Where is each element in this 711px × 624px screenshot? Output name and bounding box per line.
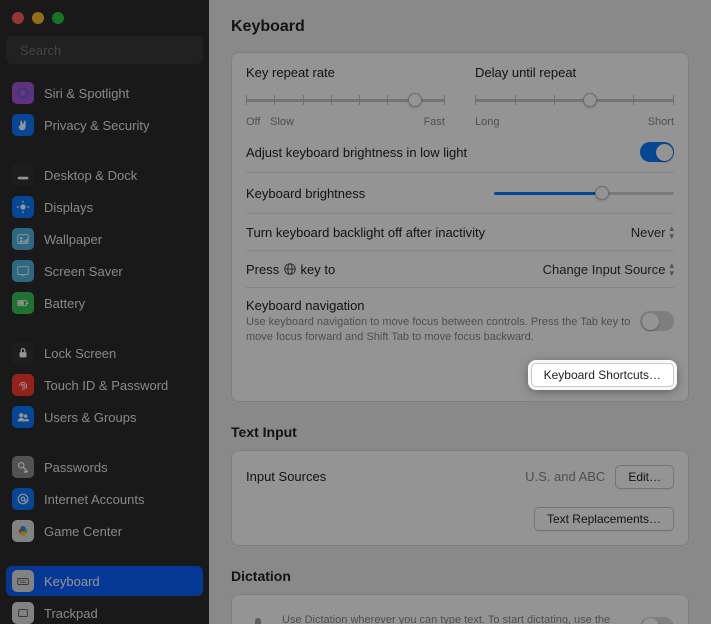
fingerprint-icon <box>12 374 34 396</box>
sidebar-item-displays[interactable]: Displays <box>6 192 203 222</box>
dictation-toggle[interactable] <box>640 617 674 624</box>
sidebar-item-lock-screen[interactable]: Lock Screen <box>6 338 203 368</box>
key-repeat-label: Key repeat rate <box>246 65 445 80</box>
globe-icon <box>283 262 297 276</box>
keyboard-icon <box>12 570 34 592</box>
keyboard-shortcuts-button[interactable]: Keyboard Shortcuts… <box>531 363 674 387</box>
screensaver-icon <box>12 260 34 282</box>
dictation-description: Use Dictation wherever you can type text… <box>282 613 628 624</box>
sidebar-item-label: Game Center <box>44 524 122 539</box>
at-icon <box>12 488 34 510</box>
sidebar: Siri & Spotlight Privacy & Security Deskto… <box>0 0 209 624</box>
sidebar-item-label: Siri & Spotlight <box>44 86 129 101</box>
sidebar-item-users-groups[interactable]: Users & Groups <box>6 402 203 432</box>
delay-short-label: Short <box>648 116 674 128</box>
input-sources-label: Input Sources <box>246 469 326 484</box>
delay-repeat-slider-block: Delay until repeat Long Short <box>475 65 674 128</box>
search-field[interactable] <box>6 36 203 64</box>
key-icon <box>12 456 34 478</box>
sidebar-item-label: Trackpad <box>44 606 98 621</box>
input-sources-value: U.S. and ABC <box>525 469 605 484</box>
dock-icon <box>12 164 34 186</box>
search-input[interactable] <box>20 43 196 58</box>
dictation-section-title: Dictation <box>231 568 689 584</box>
sidebar-item-desktop-dock[interactable]: Desktop & Dock <box>6 160 203 190</box>
brightness-slider[interactable] <box>494 183 674 203</box>
page-title: Keyboard <box>231 18 689 36</box>
trackpad-icon <box>12 602 34 624</box>
window-controls <box>0 8 209 36</box>
sidebar-item-label: Wallpaper <box>44 232 102 247</box>
sidebar-item-siri-spotlight[interactable]: Siri & Spotlight <box>6 78 203 108</box>
sidebar-item-label: Lock Screen <box>44 346 116 361</box>
sidebar-item-wallpaper[interactable]: Wallpaper <box>6 224 203 254</box>
sidebar-item-battery[interactable]: Battery <box>6 288 203 318</box>
sidebar-item-privacy-security[interactable]: Privacy & Security <box>6 110 203 140</box>
auto-brightness-label: Adjust keyboard brightness in low light <box>246 145 467 160</box>
sidebar-item-label: Passwords <box>44 460 108 475</box>
press-globe-key-label: Press key to <box>246 262 335 277</box>
text-input-card: Input Sources U.S. and ABC Edit… Text Re… <box>231 450 689 546</box>
hand-icon <box>12 114 34 136</box>
keyboard-nav-toggle[interactable] <box>640 311 674 331</box>
zoom-window-button[interactable] <box>52 12 64 24</box>
brightness-label: Keyboard brightness <box>246 186 365 201</box>
battery-icon <box>12 292 34 314</box>
keyboard-settings-card: Key repeat rate Off Slow Fast Delay unti… <box>231 52 689 402</box>
text-input-section-title: Text Input <box>231 424 689 440</box>
delay-repeat-slider[interactable] <box>475 90 674 110</box>
sidebar-item-label: Keyboard <box>44 574 100 589</box>
close-window-button[interactable] <box>12 12 24 24</box>
minimize-window-button[interactable] <box>32 12 44 24</box>
sidebar-item-touch-id-password[interactable]: Touch ID & Password <box>6 370 203 400</box>
backlight-off-label: Turn keyboard backlight off after inacti… <box>246 225 485 240</box>
lock-icon <box>12 342 34 364</box>
key-repeat-slider[interactable] <box>246 90 445 110</box>
delay-repeat-label: Delay until repeat <box>475 65 674 80</box>
key-repeat-thumb[interactable] <box>408 93 422 107</box>
sidebar-item-label: Desktop & Dock <box>44 168 137 183</box>
chevron-updown-icon: ▴▾ <box>669 261 674 277</box>
sidebar-item-label: Screen Saver <box>44 264 123 279</box>
key-repeat-slider-block: Key repeat rate Off Slow Fast <box>246 65 445 128</box>
globe-key-action-dropdown[interactable]: Change Input Source ▴▾ <box>543 261 674 277</box>
delay-repeat-thumb[interactable] <box>583 93 597 107</box>
sidebar-item-label: Battery <box>44 296 85 311</box>
main-content: Keyboard Key repeat rate Off Slow Fast D… <box>209 0 711 624</box>
keyboard-nav-label: Keyboard navigation <box>246 298 640 313</box>
edit-input-sources-button[interactable]: Edit… <box>615 465 674 489</box>
auto-brightness-toggle[interactable] <box>640 142 674 162</box>
sidebar-item-label: Users & Groups <box>44 410 136 425</box>
sidebar-item-label: Privacy & Security <box>44 118 149 133</box>
chevron-updown-icon: ▴▾ <box>669 224 674 240</box>
brightness-thumb[interactable] <box>595 186 609 200</box>
delay-long-label: Long <box>475 116 499 128</box>
users-icon <box>12 406 34 428</box>
key-repeat-fast-label: Fast <box>424 116 445 128</box>
key-repeat-off-label: Off <box>246 116 260 128</box>
sidebar-item-label: Internet Accounts <box>44 492 144 507</box>
microphone-icon <box>246 615 270 624</box>
sidebar-item-screen-saver[interactable]: Screen Saver <box>6 256 203 286</box>
siri-icon <box>12 82 34 104</box>
backlight-off-dropdown[interactable]: Never ▴▾ <box>631 224 674 240</box>
displays-icon <box>12 196 34 218</box>
keyboard-nav-description: Use keyboard navigation to move focus be… <box>246 315 640 345</box>
dictation-card: Use Dictation wherever you can type text… <box>231 594 689 624</box>
wallpaper-icon <box>12 228 34 250</box>
sidebar-item-trackpad[interactable]: Trackpad <box>6 598 203 624</box>
sidebar-item-keyboard[interactable]: Keyboard <box>6 566 203 596</box>
text-replacements-button[interactable]: Text Replacements… <box>534 507 674 531</box>
gamecenter-icon <box>12 520 34 542</box>
sidebar-item-internet-accounts[interactable]: Internet Accounts <box>6 484 203 514</box>
sidebar-item-game-center[interactable]: Game Center <box>6 516 203 546</box>
key-repeat-slow-label: Slow <box>270 116 294 128</box>
sidebar-item-label: Touch ID & Password <box>44 378 168 393</box>
sidebar-item-passwords[interactable]: Passwords <box>6 452 203 482</box>
sidebar-item-label: Displays <box>44 200 93 215</box>
